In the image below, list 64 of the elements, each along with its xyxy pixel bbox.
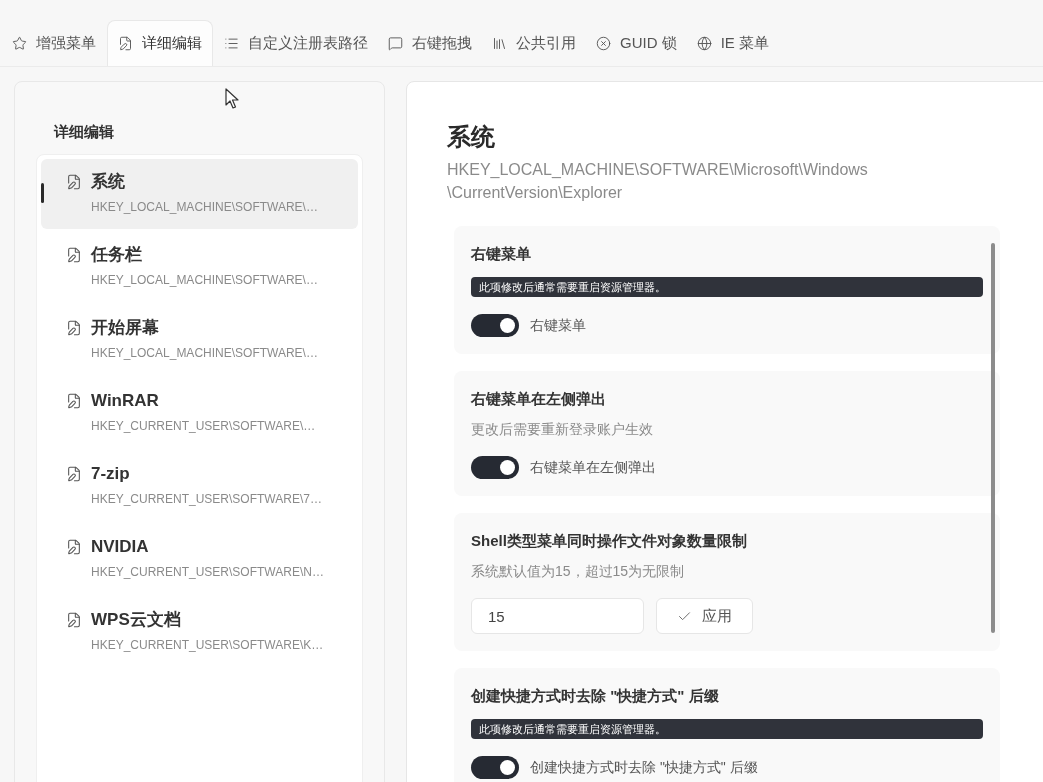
circle-x-icon	[596, 35, 611, 51]
registry-path: HKEY_CURRENT_USER\SOFTWARE\…	[91, 418, 317, 434]
sidebar-item-title: WinRAR	[91, 390, 159, 412]
file-pen-icon	[66, 247, 82, 263]
file-pen-icon	[66, 174, 82, 190]
setting-title: Shell类型菜单同时操作文件对象数量限制	[471, 531, 748, 551]
tab[interactable]: IE 菜单	[687, 20, 778, 66]
setting-description: 更改后需要重新登录账户生效	[471, 420, 654, 439]
toggle-label: 右键菜单	[530, 316, 586, 335]
notice-banner: 此项修改后通常需要重启资源管理器。	[471, 719, 983, 739]
setting-title: 右键菜单在左侧弹出	[471, 389, 607, 409]
tab[interactable]: 详细编辑	[107, 20, 213, 66]
selection-indicator	[41, 183, 44, 203]
sidebar-title: 详细编辑	[54, 122, 115, 142]
tab[interactable]: 自定义注册表路径	[215, 20, 377, 66]
file-pen-icon	[66, 466, 82, 482]
notice-banner: 此项修改后通常需要重启资源管理器。	[471, 277, 983, 297]
books-icon	[492, 35, 507, 51]
sidebar-item-title: 任务栏	[91, 244, 142, 266]
registry-path: HKEY_CURRENT_USER\SOFTWARE\K…	[91, 637, 325, 653]
registry-path: HKEY_LOCAL_MACHINE\SOFTWARE\…	[91, 272, 319, 288]
speech-bubble-icon	[388, 35, 403, 51]
sidebar-item-title: WPS云文档	[91, 609, 181, 631]
mouse-pointer-icon	[225, 88, 239, 109]
toggle-switch[interactable]	[471, 314, 519, 337]
sidebar-item[interactable]: WPS云文档 HKEY_CURRENT_USER\SOFTWARE\K…	[41, 597, 358, 667]
registry-path: HKEY_CURRENT_USER\SOFTWARE\7…	[91, 491, 323, 507]
detail-title: 系统	[447, 122, 496, 152]
tab[interactable]: 右键拖拽	[379, 20, 481, 66]
toggle-switch[interactable]	[471, 456, 519, 479]
sidebar-item[interactable]: 7-zip HKEY_CURRENT_USER\SOFTWARE\7…	[41, 451, 358, 521]
sidebar-item-title: 系统	[91, 171, 125, 193]
sidebar-item-title: NVIDIA	[91, 536, 149, 558]
registry-path: HKEY_LOCAL_MACHINE\SOFTWARE\Microsoft\Windows \CurrentVersion\Explorer	[447, 160, 869, 203]
setting-title: 右键菜单	[471, 244, 532, 264]
registry-path: HKEY_CURRENT_USER\SOFTWARE\N…	[91, 564, 325, 580]
list-icon	[224, 35, 239, 51]
star-icon	[12, 35, 27, 51]
number-input[interactable]: 15	[471, 598, 644, 634]
toggle-label: 右键菜单在左侧弹出	[530, 458, 656, 477]
file-pen-icon	[66, 393, 82, 409]
registry-path: HKEY_LOCAL_MACHINE\SOFTWARE\…	[91, 199, 319, 215]
sidebar-item-title: 开始屏幕	[91, 317, 159, 339]
file-pen-icon	[66, 612, 82, 628]
tab[interactable]: GUID 锁	[587, 20, 686, 66]
file-pen-icon	[118, 36, 133, 51]
sidebar-item[interactable]: WinRAR HKEY_CURRENT_USER\SOFTWARE\…	[41, 378, 358, 448]
file-pen-icon	[66, 539, 82, 555]
apply-button[interactable]: 应用	[656, 598, 753, 634]
file-pen-icon	[66, 320, 82, 336]
toggle-label: 创建快捷方式时去除 "快捷方式" 后缀	[530, 758, 758, 777]
globe-icon	[696, 35, 712, 51]
sidebar-item[interactable]: 任务栏 HKEY_LOCAL_MACHINE\SOFTWARE\…	[41, 232, 358, 302]
sidebar-item[interactable]: 开始屏幕 HKEY_LOCAL_MACHINE\SOFTWARE\…	[41, 305, 358, 375]
tab[interactable]: 公共引用	[483, 20, 585, 66]
sidebar-item[interactable]: NVIDIA HKEY_CURRENT_USER\SOFTWARE\N…	[41, 524, 358, 594]
sidebar-item[interactable]: 系统 HKEY_LOCAL_MACHINE\SOFTWARE\…	[41, 159, 358, 229]
sidebar-item-title: 7-zip	[91, 463, 130, 485]
toggle-switch[interactable]	[471, 756, 519, 779]
tab[interactable]: 增强菜单	[3, 20, 105, 66]
scroll-bar[interactable]	[991, 243, 995, 633]
setting-title: 创建快捷方式时去除 "快捷方式" 后缀	[471, 686, 720, 706]
setting-description: 系统默认值为15，超过15为无限制	[471, 562, 686, 581]
registry-path: HKEY_LOCAL_MACHINE\SOFTWARE\…	[91, 345, 319, 361]
